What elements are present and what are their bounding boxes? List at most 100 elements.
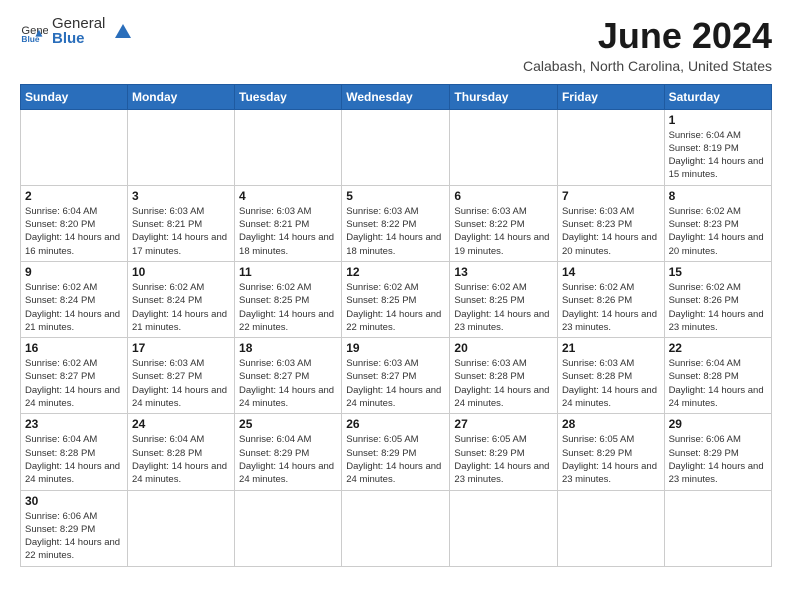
day-number: 30	[25, 494, 123, 508]
calendar-week-row: 30 Sunrise: 6:06 AM Sunset: 8:29 PM Dayli…	[21, 490, 772, 566]
calendar-cell	[342, 109, 450, 185]
day-info: Sunrise: 6:03 AM Sunset: 8:22 PM Dayligh…	[454, 205, 553, 258]
day-info: Sunrise: 6:02 AM Sunset: 8:25 PM Dayligh…	[239, 281, 337, 334]
calendar-cell: 30 Sunrise: 6:06 AM Sunset: 8:29 PM Dayli…	[21, 490, 128, 566]
day-number: 27	[454, 417, 553, 431]
header: General Blue General Blue June 2024 Cala…	[20, 16, 772, 74]
calendar-week-row: 1Sunrise: 6:04 AM Sunset: 8:19 PM Daylig…	[21, 109, 772, 185]
day-number: 19	[346, 341, 445, 355]
weekday-header-sunday: Sunday	[21, 84, 128, 109]
day-number: 21	[562, 341, 660, 355]
day-number: 29	[669, 417, 767, 431]
calendar-cell	[21, 109, 128, 185]
day-number: 9	[25, 265, 123, 279]
calendar-cell	[557, 109, 664, 185]
calendar-cell: 17Sunrise: 6:03 AM Sunset: 8:27 PM Dayli…	[127, 338, 234, 414]
day-info: Sunrise: 6:03 AM Sunset: 8:21 PM Dayligh…	[132, 205, 230, 258]
day-info: Sunrise: 6:04 AM Sunset: 8:28 PM Dayligh…	[669, 357, 767, 410]
calendar-cell: 4Sunrise: 6:03 AM Sunset: 8:21 PM Daylig…	[235, 185, 342, 261]
day-number: 5	[346, 189, 445, 203]
day-info: Sunrise: 6:03 AM Sunset: 8:28 PM Dayligh…	[454, 357, 553, 410]
day-number: 28	[562, 417, 660, 431]
generalblue-logo-icon: General Blue	[20, 17, 48, 45]
day-number: 4	[239, 189, 337, 203]
weekday-header-row: SundayMondayTuesdayWednesdayThursdayFrid…	[21, 84, 772, 109]
day-info: Sunrise: 6:04 AM Sunset: 8:29 PM Dayligh…	[239, 433, 337, 486]
calendar-cell: 10Sunrise: 6:02 AM Sunset: 8:24 PM Dayli…	[127, 261, 234, 337]
calendar-cell	[664, 490, 771, 566]
logo-general-text: General	[52, 16, 105, 31]
day-info: Sunrise: 6:03 AM Sunset: 8:23 PM Dayligh…	[562, 205, 660, 258]
day-info: Sunrise: 6:06 AM Sunset: 8:29 PM Dayligh…	[669, 433, 767, 486]
calendar-cell	[557, 490, 664, 566]
title-block: June 2024 Calabash, North Carolina, Unit…	[523, 16, 772, 74]
calendar-cell: 7 Sunrise: 6:03 AM Sunset: 8:23 PM Daylig…	[557, 185, 664, 261]
calendar-cell: 19Sunrise: 6:03 AM Sunset: 8:27 PM Dayli…	[342, 338, 450, 414]
day-info: Sunrise: 6:05 AM Sunset: 8:29 PM Dayligh…	[562, 433, 660, 486]
weekday-header-wednesday: Wednesday	[342, 84, 450, 109]
calendar-cell: 2 Sunrise: 6:04 AM Sunset: 8:20 PM Daylig…	[21, 185, 128, 261]
day-info: Sunrise: 6:05 AM Sunset: 8:29 PM Dayligh…	[346, 433, 445, 486]
calendar-cell	[127, 490, 234, 566]
calendar-cell	[235, 109, 342, 185]
calendar-week-row: 2 Sunrise: 6:04 AM Sunset: 8:20 PM Daylig…	[21, 185, 772, 261]
day-info: Sunrise: 6:02 AM Sunset: 8:27 PM Dayligh…	[25, 357, 123, 410]
calendar-cell: 1Sunrise: 6:04 AM Sunset: 8:19 PM Daylig…	[664, 109, 771, 185]
calendar-cell	[450, 490, 558, 566]
calendar-cell	[342, 490, 450, 566]
calendar-cell: 27 Sunrise: 6:05 AM Sunset: 8:29 PM Dayli…	[450, 414, 558, 490]
calendar-cell: 26 Sunrise: 6:05 AM Sunset: 8:29 PM Dayli…	[342, 414, 450, 490]
page: General Blue General Blue June 2024 Cala…	[0, 0, 792, 577]
calendar-cell: 24Sunrise: 6:04 AM Sunset: 8:28 PM Dayli…	[127, 414, 234, 490]
day-number: 7	[562, 189, 660, 203]
calendar-cell: 29 Sunrise: 6:06 AM Sunset: 8:29 PM Dayli…	[664, 414, 771, 490]
day-number: 24	[132, 417, 230, 431]
day-info: Sunrise: 6:03 AM Sunset: 8:28 PM Dayligh…	[562, 357, 660, 410]
day-number: 14	[562, 265, 660, 279]
calendar-cell: 25Sunrise: 6:04 AM Sunset: 8:29 PM Dayli…	[235, 414, 342, 490]
calendar-cell: 3 Sunrise: 6:03 AM Sunset: 8:21 PM Daylig…	[127, 185, 234, 261]
calendar-week-row: 16Sunrise: 6:02 AM Sunset: 8:27 PM Dayli…	[21, 338, 772, 414]
calendar-cell: 20Sunrise: 6:03 AM Sunset: 8:28 PM Dayli…	[450, 338, 558, 414]
day-info: Sunrise: 6:05 AM Sunset: 8:29 PM Dayligh…	[454, 433, 553, 486]
day-info: Sunrise: 6:02 AM Sunset: 8:23 PM Dayligh…	[669, 205, 767, 258]
weekday-header-thursday: Thursday	[450, 84, 558, 109]
calendar-cell: 11 Sunrise: 6:02 AM Sunset: 8:25 PM Dayli…	[235, 261, 342, 337]
day-number: 1	[669, 113, 767, 127]
day-number: 3	[132, 189, 230, 203]
day-number: 23	[25, 417, 123, 431]
day-info: Sunrise: 6:06 AM Sunset: 8:29 PM Dayligh…	[25, 510, 123, 563]
svg-text:Blue: Blue	[21, 34, 39, 44]
calendar-cell: 12Sunrise: 6:02 AM Sunset: 8:25 PM Dayli…	[342, 261, 450, 337]
day-info: Sunrise: 6:02 AM Sunset: 8:24 PM Dayligh…	[25, 281, 123, 334]
day-number: 17	[132, 341, 230, 355]
calendar-cell: 22Sunrise: 6:04 AM Sunset: 8:28 PM Dayli…	[664, 338, 771, 414]
calendar-cell: 5 Sunrise: 6:03 AM Sunset: 8:22 PM Daylig…	[342, 185, 450, 261]
day-number: 11	[239, 265, 337, 279]
day-info: Sunrise: 6:03 AM Sunset: 8:27 PM Dayligh…	[239, 357, 337, 410]
day-info: Sunrise: 6:02 AM Sunset: 8:25 PM Dayligh…	[346, 281, 445, 334]
day-number: 6	[454, 189, 553, 203]
calendar-cell: 21 Sunrise: 6:03 AM Sunset: 8:28 PM Dayli…	[557, 338, 664, 414]
calendar-cell: 14 Sunrise: 6:02 AM Sunset: 8:26 PM Dayli…	[557, 261, 664, 337]
day-number: 10	[132, 265, 230, 279]
day-info: Sunrise: 6:03 AM Sunset: 8:22 PM Dayligh…	[346, 205, 445, 258]
day-number: 2	[25, 189, 123, 203]
day-number: 26	[346, 417, 445, 431]
day-info: Sunrise: 6:04 AM Sunset: 8:28 PM Dayligh…	[25, 433, 123, 486]
day-info: Sunrise: 6:02 AM Sunset: 8:25 PM Dayligh…	[454, 281, 553, 334]
logo-triangle-icon	[109, 20, 131, 42]
weekday-header-tuesday: Tuesday	[235, 84, 342, 109]
day-number: 8	[669, 189, 767, 203]
day-info: Sunrise: 6:04 AM Sunset: 8:20 PM Dayligh…	[25, 205, 123, 258]
month-title: June 2024	[523, 16, 772, 56]
logo-blue-text: Blue	[52, 31, 105, 46]
day-info: Sunrise: 6:02 AM Sunset: 8:26 PM Dayligh…	[562, 281, 660, 334]
calendar-cell: 8 Sunrise: 6:02 AM Sunset: 8:23 PM Daylig…	[664, 185, 771, 261]
day-number: 15	[669, 265, 767, 279]
logo: General Blue General Blue	[20, 16, 131, 46]
calendar-cell: 23 Sunrise: 6:04 AM Sunset: 8:28 PM Dayli…	[21, 414, 128, 490]
calendar-cell: 13Sunrise: 6:02 AM Sunset: 8:25 PM Dayli…	[450, 261, 558, 337]
calendar-cell: 28 Sunrise: 6:05 AM Sunset: 8:29 PM Dayli…	[557, 414, 664, 490]
calendar-cell	[450, 109, 558, 185]
